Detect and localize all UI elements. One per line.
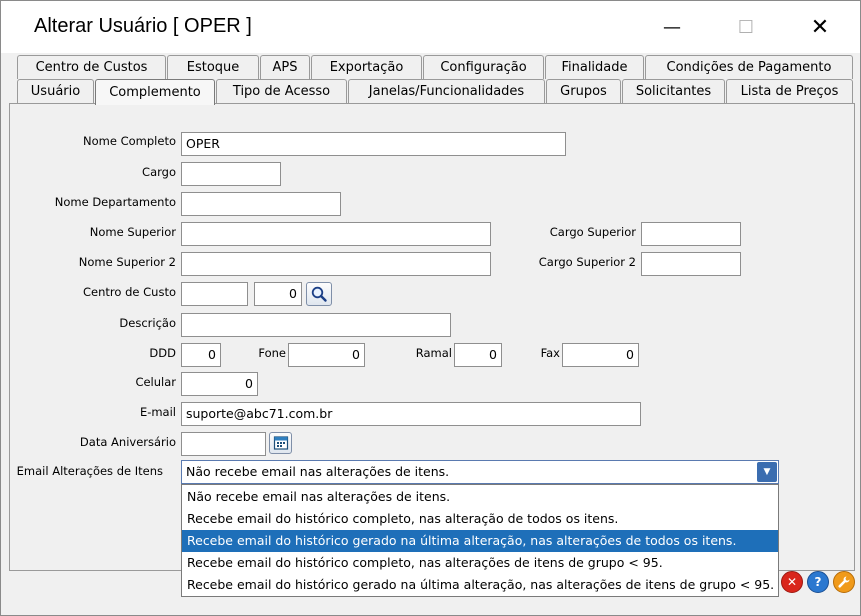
- ramal-input[interactable]: 0: [454, 343, 502, 367]
- calendar-button[interactable]: [269, 432, 292, 454]
- centro-de-custo-label: Centro de Custo: [83, 285, 176, 299]
- tab-configuracao[interactable]: Configuração: [423, 55, 544, 79]
- nome-departamento-input[interactable]: [181, 192, 341, 216]
- tab-complemento[interactable]: Complemento: [95, 79, 215, 105]
- dropdown-option-highlighted[interactable]: Recebe email do histórico gerado na últi…: [182, 530, 778, 552]
- tab-condicoes-pagamento[interactable]: Condições de Pagamento: [645, 55, 853, 79]
- celular-input[interactable]: 0: [181, 372, 258, 396]
- ddd-input[interactable]: 0: [181, 343, 221, 367]
- close-button[interactable]: ✕: [797, 11, 843, 43]
- nome-completo-input[interactable]: OPER: [181, 132, 566, 156]
- ddd-label: DDD: [149, 346, 176, 360]
- email-alteracoes-select[interactable]: Não recebe email nas alterações de itens…: [181, 460, 779, 484]
- nome-completo-label: Nome Completo: [83, 134, 176, 148]
- cargo-label: Cargo: [142, 165, 176, 179]
- centro-de-custo-code-input[interactable]: 0: [254, 282, 302, 306]
- tab-estoque[interactable]: Estoque: [167, 55, 259, 79]
- tab-centro-de-custos[interactable]: Centro de Custos: [17, 55, 166, 79]
- tab-tipo-de-acesso[interactable]: Tipo de Acesso: [216, 79, 347, 103]
- celular-label: Celular: [135, 375, 176, 389]
- dialog-window: Alterar Usuário [ OPER ] — ☐ ✕ Centro de…: [0, 0, 861, 616]
- tab-aps[interactable]: APS: [260, 55, 310, 79]
- tab-janelas-funcionalidades[interactable]: Janelas/Funcionalidades: [348, 79, 545, 103]
- nome-superior-2-input[interactable]: [181, 252, 491, 276]
- fone-input[interactable]: 0: [288, 343, 365, 367]
- search-icon: [311, 286, 327, 302]
- email-label: E-mail: [139, 405, 176, 419]
- data-aniversario-input[interactable]: [181, 432, 266, 456]
- nome-superior-2-label: Nome Superior 2: [78, 255, 176, 269]
- minimize-button[interactable]: —: [649, 11, 695, 43]
- cancel-icon: ✕: [786, 575, 798, 589]
- email-input[interactable]: suporte@abc71.com.br: [181, 402, 641, 426]
- data-aniversario-label: Data Aniversário: [79, 435, 176, 449]
- tab-grupos[interactable]: Grupos: [546, 79, 621, 103]
- nome-superior-label: Nome Superior: [89, 225, 176, 239]
- tab-usuario[interactable]: Usuário: [17, 79, 94, 103]
- descricao-input[interactable]: [181, 313, 451, 337]
- tab-solicitantes[interactable]: Solicitantes: [622, 79, 725, 103]
- calendar-icon: [273, 436, 288, 450]
- dropdown-option[interactable]: Não recebe email nas alterações de itens…: [182, 486, 778, 508]
- centro-de-custo-input[interactable]: [181, 282, 248, 306]
- tab-finalidade[interactable]: Finalidade: [545, 55, 644, 79]
- tools-button[interactable]: [833, 571, 855, 593]
- maximize-button[interactable]: ☐: [723, 11, 769, 43]
- descricao-label: Descrição: [119, 316, 176, 330]
- search-button[interactable]: [306, 282, 332, 306]
- ramal-label: Ramal: [415, 346, 452, 360]
- fone-label: Fone: [258, 346, 286, 360]
- cargo-superior-input[interactable]: [641, 222, 741, 246]
- tab-exportacao[interactable]: Exportação: [311, 55, 422, 79]
- tab-lista-de-precos[interactable]: Lista de Preços: [726, 79, 853, 103]
- email-alteracoes-label: Email Alterações de Itens: [16, 464, 163, 478]
- cancel-button[interactable]: ✕: [781, 571, 803, 593]
- fax-input[interactable]: 0: [562, 343, 639, 367]
- fax-label: Fax: [540, 346, 560, 360]
- email-alteracoes-selected-value: Não recebe email nas alterações de itens…: [186, 464, 450, 479]
- nome-departamento-label: Nome Departamento: [54, 195, 176, 209]
- window-title: Alterar Usuário [ OPER ]: [34, 15, 252, 37]
- dropdown-option[interactable]: Recebe email do histórico completo, nas …: [182, 552, 778, 574]
- nome-superior-input[interactable]: [181, 222, 491, 246]
- title-bar: Alterar Usuário [ OPER ] — ☐ ✕: [1, 1, 860, 53]
- dropdown-option[interactable]: Recebe email do histórico completo, nas …: [182, 508, 778, 530]
- help-icon: ?: [814, 575, 822, 589]
- dropdown-option[interactable]: Recebe email do histórico gerado na últi…: [182, 574, 778, 596]
- wrench-icon: [838, 576, 850, 588]
- cargo-input[interactable]: [181, 162, 281, 186]
- email-alteracoes-dropdown-list: Não recebe email nas alterações de itens…: [181, 484, 779, 597]
- cargo-superior-2-input[interactable]: [641, 252, 741, 276]
- help-button[interactable]: ?: [807, 571, 829, 593]
- cargo-superior-2-label: Cargo Superior 2: [538, 255, 636, 269]
- chevron-down-icon[interactable]: ▼: [757, 462, 777, 482]
- cargo-superior-label: Cargo Superior: [549, 225, 636, 239]
